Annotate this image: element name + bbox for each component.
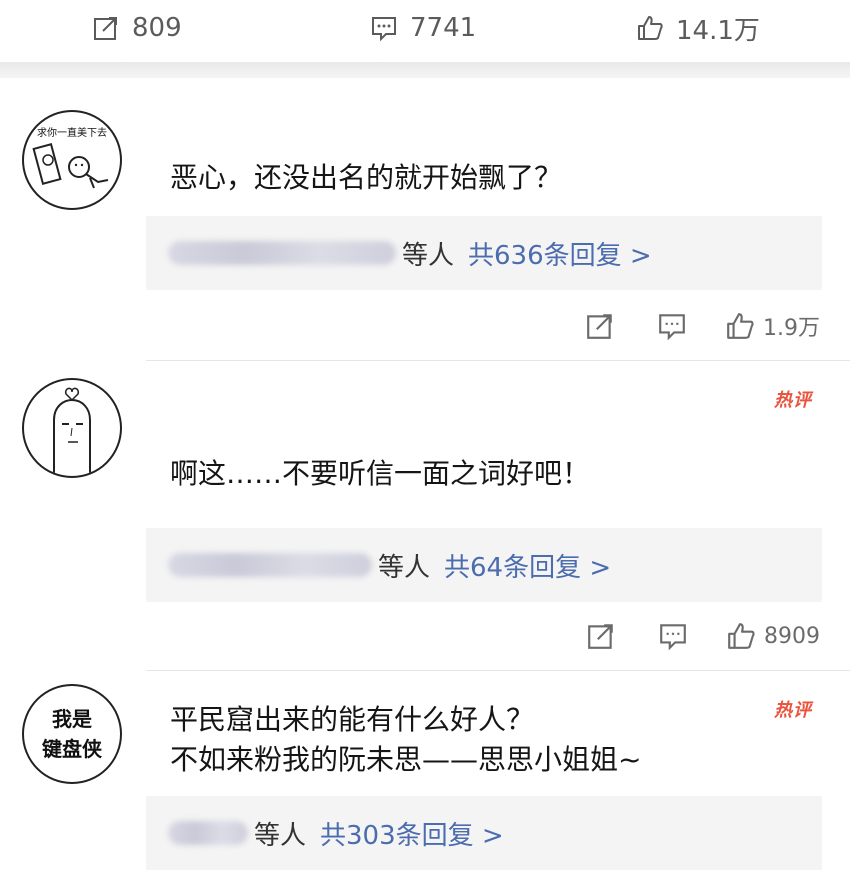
comment-actions: 8909 [544, 616, 820, 656]
comment-separator [146, 670, 850, 671]
share-button[interactable]: 809 [92, 10, 182, 46]
comment-text: 平民窟出来的能有什么好人？ 不如来粉我的阮未思——思思小姐姐~ [170, 703, 642, 776]
thumbs-up-icon [727, 313, 754, 339]
avatar-caption: 我是 键盘侠 [42, 707, 102, 761]
comment-icon [372, 17, 396, 42]
comment-like-count: 1.9万 [763, 316, 820, 341]
reply-count-link[interactable]: 共636条回复 > [468, 235, 652, 272]
avatar[interactable]: 求你一直美下去 [22, 110, 122, 210]
blurred-usernames [168, 821, 248, 845]
share-icon[interactable] [586, 621, 616, 651]
share-icon [94, 17, 117, 40]
reply-suffix: 等人 [378, 552, 431, 583]
blurred-usernames [168, 241, 396, 265]
reply-preview[interactable]: 等人 共64条回复 > [146, 528, 822, 602]
blurred-usernames [168, 553, 372, 577]
reply-count-link[interactable]: 共64条回复 > [444, 547, 611, 584]
hot-comment-badge: 热评 [774, 700, 812, 721]
reply-preview[interactable]: 等人 共303条回复 > [146, 796, 822, 870]
comment-button[interactable]: 7741 [370, 10, 476, 46]
like-count: 14.1万 [676, 15, 760, 46]
comment-like-button[interactable]: 1.9万 [725, 310, 820, 342]
reply-suffix: 等人 [254, 820, 307, 851]
share-count: 809 [132, 13, 182, 43]
comment-icon[interactable] [658, 621, 688, 651]
comment-like-button[interactable]: 8909 [726, 621, 820, 651]
comment-icon[interactable] [657, 311, 687, 341]
avatar[interactable]: 我是 键盘侠 [22, 684, 122, 784]
comment-count: 7741 [410, 13, 477, 43]
comment-text: 恶心，还没出名的就开始飘了？ [170, 161, 563, 194]
comment-separator [146, 360, 850, 361]
comment-text: 啊这……不要听信一面之词好吧！ [170, 457, 591, 490]
comment-like-count: 8909 [764, 623, 820, 649]
hot-comment-badge: 热评 [774, 390, 812, 411]
weibo-comment-page: 809 7741 14.1万 求你一直美下去 恶心，还没出名的就开始飘了？ 等人… [0, 0, 850, 876]
reply-suffix: 等人 [402, 240, 455, 271]
share-icon[interactable] [585, 311, 615, 341]
meme-avatar-icon [32, 143, 109, 189]
post-action-bar: 809 7741 14.1万 [0, 0, 850, 62]
like-button[interactable]: 14.1万 [636, 10, 760, 46]
thumbs-up-icon [638, 16, 663, 40]
thumbs-up-icon [728, 623, 755, 649]
meme-face-avatar-icon [53, 387, 91, 476]
reply-preview[interactable]: 等人 共636条回复 > [146, 216, 822, 290]
reply-count-link[interactable]: 共303条回复 > [320, 815, 504, 852]
avatar[interactable] [22, 378, 122, 478]
comment-actions: 1.9万 [543, 306, 820, 346]
section-divider [0, 62, 850, 78]
